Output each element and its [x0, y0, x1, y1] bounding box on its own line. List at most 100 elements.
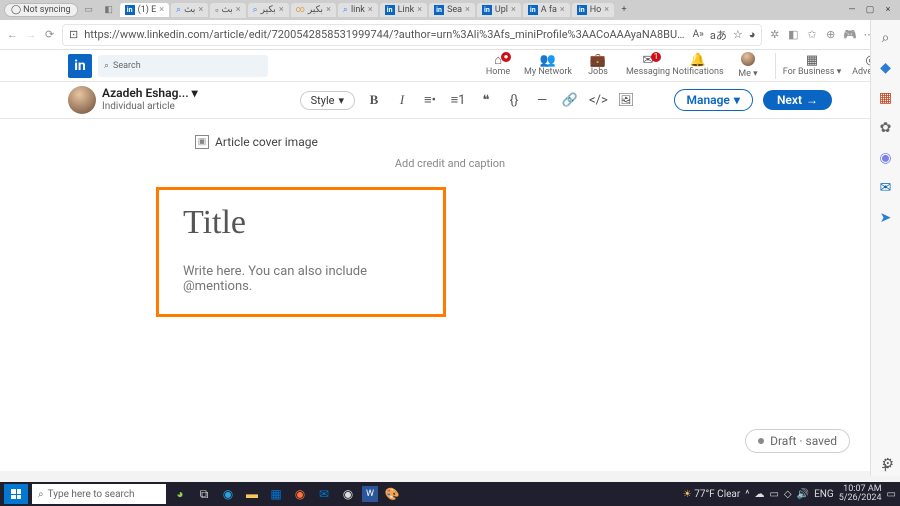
workspaces-icon[interactable]: ▭ [80, 1, 98, 19]
onedrive-icon[interactable]: ☁ [754, 489, 764, 500]
nav-home[interactable]: ⌂●Home [473, 54, 523, 77]
settings-icon[interactable]: ⚙ [881, 456, 894, 472]
close-icon[interactable]: × [326, 5, 331, 15]
browser-tab[interactable]: ⌕link× [338, 3, 378, 17]
taskbar-search[interactable]: ⌕Type here to search [32, 484, 166, 504]
numbered-list-button[interactable]: ≡1 [449, 92, 467, 108]
browser-tab[interactable]: ▫بث× [210, 3, 245, 18]
manage-button[interactable]: Manage▾ [674, 89, 753, 111]
author-block[interactable]: Azadeh Eshag... ▾ Individual article [68, 86, 198, 114]
new-tab-button[interactable]: + [616, 5, 632, 15]
close-icon[interactable]: × [279, 5, 284, 15]
nav-network[interactable]: 👥My Network [523, 54, 573, 77]
teams-sidebar-icon[interactable]: ◉ [879, 150, 891, 166]
chevron-up-icon[interactable]: ^ [745, 489, 749, 500]
collections-icon[interactable]: ⊕ [824, 26, 837, 44]
nav-messaging[interactable]: ✉1Messaging [623, 54, 673, 77]
extensions-icon[interactable]: ✲ [768, 26, 781, 44]
wifi-icon[interactable]: ◇ [784, 489, 792, 500]
office-sidebar-icon[interactable]: ▦ [879, 90, 892, 106]
linkedin-logo[interactable]: in [68, 54, 92, 78]
close-window-button[interactable]: × [880, 5, 896, 15]
split-screen-icon[interactable]: ◧ [787, 26, 800, 44]
sync-status[interactable]: ◯ Not syncing [4, 3, 78, 17]
notifications-icon[interactable]: ▭ [887, 489, 896, 500]
italic-button[interactable]: I [393, 92, 411, 108]
outlook-sidebar-icon[interactable]: ✉ [880, 180, 892, 196]
close-icon[interactable]: × [198, 5, 203, 15]
word-icon[interactable]: W [362, 486, 378, 502]
cover-image-placeholder[interactable]: ▣ Article cover image [195, 135, 900, 149]
close-icon[interactable]: × [560, 5, 565, 15]
close-icon[interactable]: × [511, 5, 516, 15]
nav-jobs[interactable]: 💼Jobs [573, 54, 623, 77]
close-icon[interactable]: × [465, 5, 470, 15]
forward-button[interactable]: → [25, 26, 38, 44]
weather-widget[interactable]: ☀ 77°F Clear [683, 489, 741, 500]
task-view-icon[interactable]: ⧉ [194, 484, 214, 504]
bullet-list-button[interactable]: ≡• [421, 92, 439, 108]
browser-tab[interactable]: inHo× [572, 3, 614, 17]
shopping-sidebar-icon[interactable]: ◆ [880, 60, 891, 76]
tools-sidebar-icon[interactable]: ✿ [880, 120, 892, 136]
favorites-bar-icon[interactable]: ✩ [806, 26, 819, 44]
linkedin-search[interactable]: ⌕ Search [98, 55, 268, 77]
nav-me[interactable]: Me ▾ [723, 52, 773, 79]
extension-dot-icon[interactable]: ◕ [749, 28, 756, 41]
browser-tab[interactable]: ⌕بكير× [248, 3, 289, 17]
games-icon[interactable]: 🎮 [843, 26, 857, 44]
bell-icon: 🔔 [690, 54, 706, 67]
close-icon[interactable]: × [236, 5, 241, 15]
close-icon[interactable]: × [417, 5, 422, 15]
translate-icon[interactable]: aあ [710, 27, 727, 43]
browser-tab[interactable]: ∞بكير× [291, 3, 336, 17]
browser-tab[interactable]: in(1) E× [120, 3, 169, 17]
volume-icon[interactable]: 🔊 [797, 489, 809, 500]
start-button[interactable] [4, 484, 28, 504]
article-title-input[interactable]: Title [183, 204, 419, 242]
search-sidebar-icon[interactable]: ⌕ [882, 30, 890, 46]
close-icon[interactable]: × [159, 5, 164, 15]
url-input[interactable]: ⊡ https://www.linkedin.com/article/edit/… [62, 24, 762, 46]
code-block-button[interactable]: {} [505, 93, 523, 108]
browser-tab[interactable]: ⌕بث× [171, 3, 208, 17]
site-info-icon[interactable]: ⊡ [69, 28, 78, 41]
language-indicator[interactable]: ENG [814, 489, 834, 500]
quote-button[interactable]: ❝ [477, 93, 495, 108]
minimize-button[interactable]: — [844, 5, 860, 15]
favorite-icon[interactable]: ☆ [733, 28, 743, 41]
battery-icon[interactable]: ▭ [769, 489, 778, 500]
style-dropdown[interactable]: Style▾ [300, 91, 355, 110]
browser-tab[interactable]: inUpl× [477, 3, 521, 17]
credit-caption-input[interactable]: Add credit and caption [0, 157, 900, 170]
chrome-icon[interactable]: ◉ [338, 484, 358, 504]
send-sidebar-icon[interactable]: ➤ [880, 210, 892, 226]
article-body-input[interactable]: Write here. You can also include @mentio… [183, 264, 419, 294]
reader-icon[interactable]: A» [693, 29, 704, 40]
tab-overview-icon[interactable]: ◧ [100, 1, 118, 19]
embed-button[interactable]: </> [589, 93, 607, 108]
back-button[interactable]: ← [6, 26, 19, 44]
cortana-icon[interactable]: ◕ [170, 484, 190, 504]
firefox-icon[interactable]: ◉ [290, 484, 310, 504]
paint-icon[interactable]: 🎨 [382, 484, 402, 504]
edge-icon[interactable]: ◉ [218, 484, 238, 504]
browser-tab[interactable]: inLink× [380, 3, 427, 17]
mail-icon[interactable]: ✉ [314, 484, 334, 504]
nav-notifications[interactable]: 🔔Notifications [673, 54, 723, 77]
close-icon[interactable]: × [368, 5, 373, 15]
divider-button[interactable]: — [533, 93, 551, 108]
browser-tab[interactable]: inSea× [429, 3, 475, 17]
bold-button[interactable]: B [365, 92, 383, 108]
maximize-button[interactable]: ▢ [862, 5, 878, 15]
refresh-button[interactable]: ⟳ [43, 26, 56, 44]
taskbar-clock[interactable]: 10:07 AM 5/26/2024 [839, 485, 882, 503]
close-icon[interactable]: × [604, 5, 609, 15]
image-button[interactable]: 🖼 [617, 93, 635, 108]
calendar-icon[interactable]: ▦ [266, 484, 286, 504]
browser-tab[interactable]: inA fa× [523, 3, 570, 17]
explorer-icon[interactable]: ▬ [242, 484, 262, 504]
nav-business[interactable]: ▦For Business ▾ [778, 54, 846, 77]
next-button[interactable]: Next→ [763, 90, 832, 110]
link-button[interactable]: 🔗 [561, 93, 579, 108]
